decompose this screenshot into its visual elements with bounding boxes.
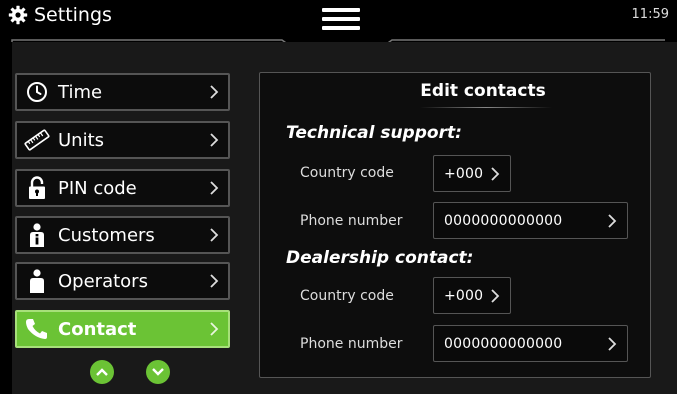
edit-contacts-card: Edit contacts Technical support: Country… bbox=[259, 72, 651, 378]
sidebar-item-label: Customers bbox=[58, 224, 155, 246]
chevron-right-icon bbox=[608, 336, 617, 351]
field-value: +000 bbox=[444, 165, 484, 182]
dealership-country-code-field[interactable]: +000 bbox=[433, 277, 511, 314]
field-value: +000 bbox=[444, 287, 484, 304]
sidebar-item-label: PIN code bbox=[58, 177, 137, 199]
sidebar-item-customers[interactable]: Customers bbox=[15, 216, 230, 254]
chevron-down-icon bbox=[152, 368, 164, 376]
hamburger-menu-icon[interactable] bbox=[322, 8, 360, 32]
clock: 11:59 bbox=[631, 7, 669, 22]
sidebar-item-contact[interactable]: Contact bbox=[15, 310, 230, 348]
sidebar-item-label: Units bbox=[58, 129, 105, 151]
sidebar-item-label: Contact bbox=[58, 318, 137, 340]
gear-icon bbox=[8, 5, 28, 25]
chevron-up-icon bbox=[96, 368, 108, 376]
title-divider bbox=[420, 107, 552, 108]
field-label: Country code bbox=[300, 165, 394, 181]
sidebar-item-units[interactable]: Units bbox=[15, 121, 230, 159]
sidebar-item-time[interactable]: Time bbox=[15, 73, 230, 111]
chevron-right-icon bbox=[608, 213, 617, 228]
person-icon bbox=[24, 268, 50, 294]
dealership-phone-number-field[interactable]: 0000000000000 bbox=[433, 325, 628, 362]
technical-support-phone-number-field[interactable]: 0000000000000 bbox=[433, 202, 628, 239]
sidebar-item-operators[interactable]: Operators bbox=[15, 262, 230, 300]
top-bar: Settings 11:59 bbox=[0, 0, 677, 34]
sidebar-item-label: Operators bbox=[58, 270, 148, 292]
chevron-right-icon bbox=[210, 181, 219, 195]
padlock-icon bbox=[24, 175, 50, 201]
chevron-right-icon bbox=[210, 322, 219, 336]
person-info-icon bbox=[24, 222, 50, 248]
page-title: Edit contacts bbox=[420, 81, 546, 101]
chevron-right-icon bbox=[210, 133, 219, 147]
app-title: Settings bbox=[34, 4, 112, 26]
chevron-right-icon bbox=[491, 166, 500, 181]
section-heading-dealership-contact: Dealership contact: bbox=[286, 248, 474, 268]
chevron-right-icon bbox=[210, 228, 219, 242]
chevron-right-icon bbox=[491, 288, 500, 303]
field-value: 0000000000000 bbox=[444, 335, 563, 352]
clock-icon bbox=[24, 79, 50, 105]
field-label: Phone number bbox=[300, 213, 403, 229]
scroll-up-button[interactable] bbox=[90, 360, 114, 384]
scroll-down-button[interactable] bbox=[146, 360, 170, 384]
section-heading-technical-support: Technical support: bbox=[286, 123, 462, 143]
sidebar-item-label: Time bbox=[58, 81, 103, 103]
chevron-right-icon bbox=[210, 274, 219, 288]
sidebar-item-pin-code[interactable]: PIN code bbox=[15, 169, 230, 207]
ruler-icon bbox=[24, 127, 50, 153]
chevron-right-icon bbox=[210, 85, 219, 99]
field-label: Phone number bbox=[300, 336, 403, 352]
technical-support-country-code-field[interactable]: +000 bbox=[433, 155, 511, 192]
field-label: Country code bbox=[300, 288, 394, 304]
phone-icon bbox=[24, 316, 50, 342]
field-value: 0000000000000 bbox=[444, 212, 563, 229]
